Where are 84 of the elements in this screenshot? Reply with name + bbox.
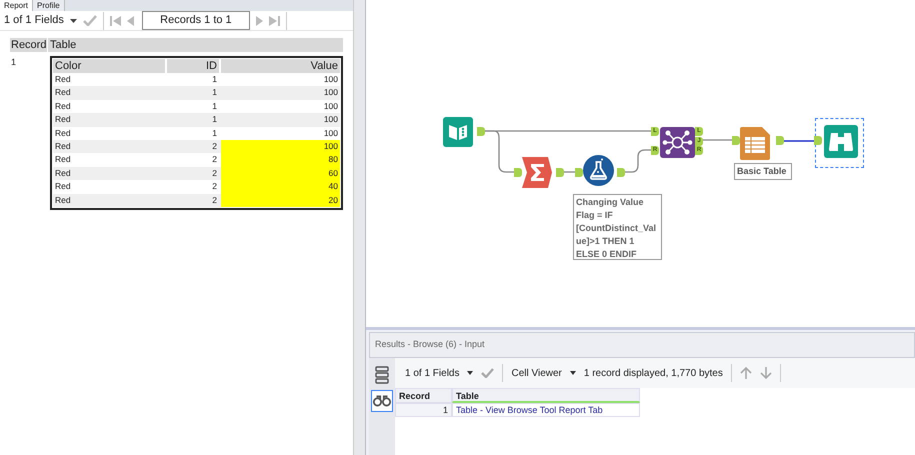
table-cell: 20 (221, 194, 340, 208)
rows-icon[interactable] (375, 366, 389, 384)
table-cell-text: Red (54, 86, 72, 100)
table-cell: 60 (221, 166, 340, 180)
annotation-line: [CountDistinct_Val (576, 222, 658, 235)
connector-line (702, 139, 735, 141)
caret-icon[interactable] (467, 371, 474, 375)
table-cell-text: Red (54, 194, 72, 207)
fields-dropdown[interactable]: 1 of 1 Fields (4, 12, 64, 29)
table-cell-text: Red (54, 113, 72, 126)
table-cell-text: 100 (322, 126, 339, 140)
up-arrow-icon[interactable] (740, 366, 752, 380)
caret-icon[interactable] (70, 18, 77, 22)
first-record-icon[interactable] (110, 16, 121, 26)
panel-splitter[interactable] (354, 0, 366, 455)
table-cell-text: 2 (211, 140, 218, 154)
column-header: Record (395, 388, 452, 403)
previous-record-icon[interactable] (126, 16, 134, 26)
table-cell-text: 2 (211, 166, 218, 180)
table-cell-text: 2 (211, 153, 218, 166)
connection-anchor[interactable] (514, 168, 522, 177)
table-cell-text: Red (54, 180, 72, 194)
table-cell-text: 2 (211, 180, 218, 194)
connection-anchor[interactable] (575, 168, 583, 177)
annotation-line: Flag = IF (576, 209, 614, 222)
column-header: Table (49, 38, 76, 52)
records-field[interactable]: Records 1 to 1 (142, 11, 250, 30)
table-link[interactable]: Table - View Browse Tool Report Tab (452, 403, 640, 417)
connection-anchor[interactable] (617, 168, 625, 177)
table-cell-text: Red (54, 126, 72, 140)
table-cell-text: 100 (322, 73, 339, 86)
table-cell-text: 1 (211, 100, 218, 113)
sigma-icon[interactable] (522, 157, 552, 188)
fields-dropdown[interactable]: 1 of 1 Fields (405, 366, 460, 380)
column-header: Record (10, 38, 48, 52)
table-cell-text: 1 (211, 113, 218, 126)
annotation-line: ue]>1 THEN 1 (576, 235, 636, 248)
table-cell-text: Red (54, 140, 72, 154)
table-cell: 1 (395, 403, 452, 417)
connection-anchor[interactable] (732, 136, 740, 145)
table-cell-text: 100 (322, 86, 339, 100)
column-header: Value (221, 59, 340, 73)
results-title: Results - Browse (6) - Input (375, 338, 485, 352)
last-record-icon[interactable] (268, 16, 280, 26)
table-cell-text: Red (54, 73, 72, 86)
table-cell: 100 (221, 140, 340, 154)
connector-line (563, 171, 575, 173)
flask-icon[interactable] (583, 155, 614, 186)
table-cell: 80 (221, 153, 340, 167)
column-header: Color (53, 59, 165, 73)
tool-label: Basic Table (734, 163, 792, 180)
next-record-icon[interactable] (256, 16, 263, 26)
table-cell-text: 1 (211, 73, 218, 86)
table-cell-text: 100 (322, 113, 339, 126)
table-cell-text: 1 (211, 86, 218, 100)
book-icon[interactable] (443, 117, 473, 147)
table-cell-text: Red (54, 153, 72, 166)
table-cell-text: 100 (322, 100, 339, 113)
connection-anchor[interactable] (556, 168, 564, 177)
report-tab[interactable]: Report (0, 0, 34, 11)
column-header: Table (452, 388, 640, 403)
connector-line (783, 140, 814, 142)
annotation-line: Changing Value (576, 196, 645, 209)
column-header: ID (167, 59, 219, 73)
table-cell-text: 1 (211, 126, 218, 140)
viewer-dropdown[interactable]: Cell Viewer (511, 366, 562, 380)
network-icon[interactable] (660, 127, 695, 158)
report-tab[interactable]: Profile (33, 0, 65, 11)
checkmark-icon[interactable] (82, 15, 97, 26)
connection-anchor[interactable] (776, 136, 784, 145)
annotation-line: ELSE 0 ENDIF (576, 248, 638, 261)
connector-line (624, 149, 653, 173)
table-cell-text: 2 (211, 194, 218, 207)
caret-icon[interactable] (570, 371, 576, 375)
record-summary: 1 record displayed, 1,770 bytes (584, 366, 723, 380)
connection-anchor[interactable] (814, 136, 822, 145)
record-number: 1 (10, 56, 18, 69)
table-cell: 40 (221, 180, 340, 194)
checkmark-icon[interactable] (481, 368, 494, 378)
down-arrow-icon[interactable] (760, 366, 772, 380)
connection-anchor[interactable] (477, 127, 485, 136)
table-document-icon[interactable] (740, 127, 770, 160)
table-cell-text: Red (54, 100, 72, 113)
table-cell-text: Red (54, 166, 72, 180)
